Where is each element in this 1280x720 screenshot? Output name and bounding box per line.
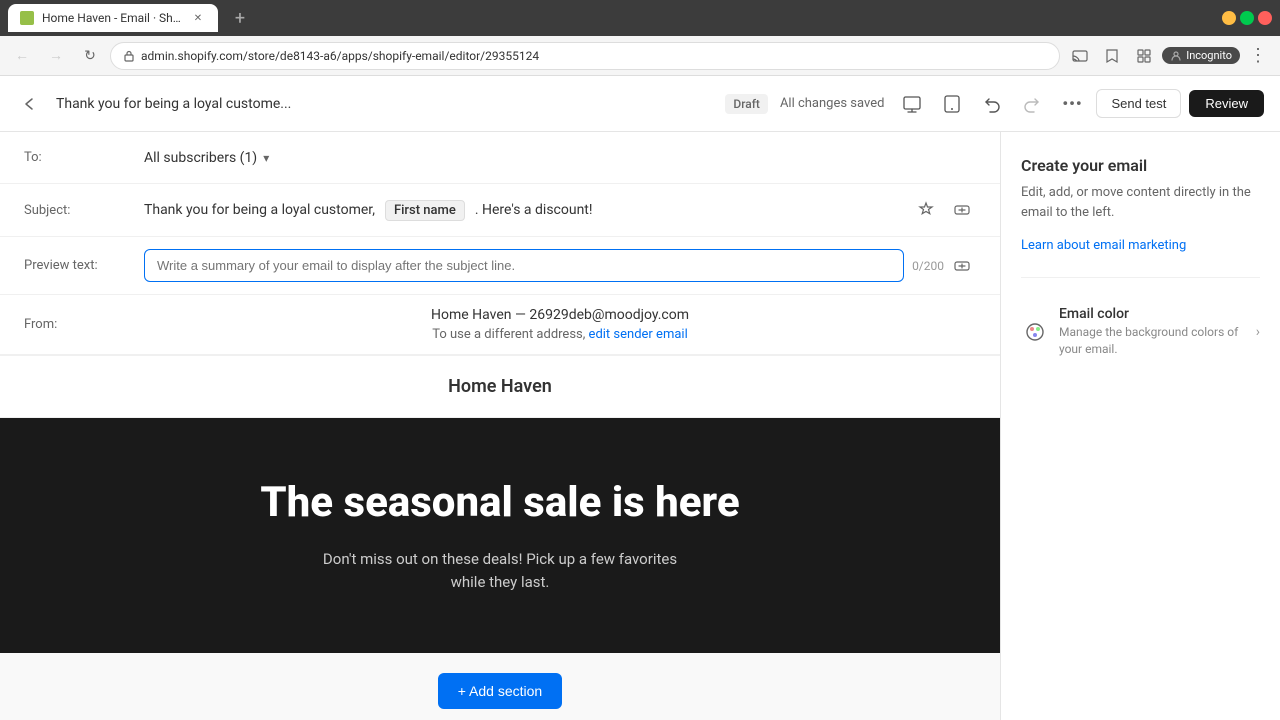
- more-options-button[interactable]: •••: [1056, 88, 1088, 120]
- send-test-button[interactable]: Send test: [1096, 89, 1181, 118]
- subject-magic-icon[interactable]: [912, 196, 940, 224]
- mobile-view-icon[interactable]: [936, 88, 968, 120]
- create-email-desc: Edit, add, or move content directly in t…: [1021, 183, 1260, 222]
- from-name: Home Haven — 26929deb@moodjoy.com: [431, 307, 689, 323]
- bookmark-icon[interactable]: [1098, 42, 1126, 70]
- back-nav-button[interactable]: ←: [8, 42, 36, 70]
- color-palette-icon: [1021, 318, 1049, 346]
- preview-label: Preview text:: [24, 258, 144, 273]
- from-label: From:: [24, 317, 144, 332]
- email-hero-section[interactable]: The seasonal sale is here Don't miss out…: [0, 418, 1000, 653]
- tab-close-icon[interactable]: ✕: [190, 10, 206, 26]
- to-value[interactable]: All subscribers (1) ▾: [144, 150, 976, 166]
- email-title: Thank you for being a loyal custome...: [56, 96, 713, 112]
- hero-title: The seasonal sale is here: [40, 478, 960, 528]
- extensions-icon[interactable]: [1130, 42, 1158, 70]
- hero-subtitle: Don't miss out on these deals! Pick up a…: [40, 548, 960, 593]
- browser-tab[interactable]: Home Haven - Email · Shopify ✕: [8, 4, 218, 32]
- new-tab-button[interactable]: +: [226, 4, 254, 32]
- color-chevron-icon: ›: [1256, 324, 1260, 340]
- forward-nav-button[interactable]: →: [42, 42, 70, 70]
- incognito-label: Incognito: [1186, 49, 1232, 62]
- draft-badge: Draft: [725, 94, 768, 114]
- close-button[interactable]: [1258, 11, 1272, 25]
- address-bar[interactable]: admin.shopify.com/store/de8143-a6/apps/s…: [110, 42, 1060, 70]
- review-button[interactable]: Review: [1189, 90, 1264, 117]
- subject-prefix: Thank you for being a loyal customer,: [144, 202, 375, 218]
- cast-icon[interactable]: [1066, 42, 1094, 70]
- subject-label: Subject:: [24, 203, 144, 218]
- from-field-row: From: Home Haven — 26929deb@moodjoy.com …: [0, 295, 1000, 355]
- tab-title: Home Haven - Email · Shopify: [42, 11, 182, 25]
- add-section-button[interactable]: + Add section: [438, 673, 562, 709]
- to-label: To:: [24, 150, 144, 165]
- refresh-button[interactable]: ↻: [76, 42, 104, 70]
- from-change-text: To use a different address, edit sender …: [432, 327, 688, 342]
- email-brand-name: Home Haven: [0, 356, 1000, 418]
- undo-icon[interactable]: [976, 88, 1008, 120]
- email-color-row[interactable]: Email color Manage the background colors…: [1021, 294, 1260, 370]
- back-button[interactable]: [16, 90, 44, 118]
- incognito-badge: Incognito: [1162, 47, 1240, 64]
- preview-count: 0/200: [912, 259, 944, 273]
- preview-text-input[interactable]: [144, 249, 904, 282]
- learn-marketing-link[interactable]: Learn about email marketing: [1021, 238, 1260, 253]
- preview-field-row: Preview text: 0/200: [0, 237, 1000, 295]
- edit-sender-link[interactable]: edit sender email: [589, 327, 688, 342]
- tab-favicon: [20, 11, 34, 25]
- subject-suffix: . Here's a discount!: [475, 202, 593, 218]
- redo-icon[interactable]: [1016, 88, 1048, 120]
- subject-variable-icon[interactable]: [948, 196, 976, 224]
- saved-status: All changes saved: [780, 96, 885, 111]
- subject-tag[interactable]: First name: [385, 200, 465, 221]
- to-field-row: To: All subscribers (1) ▾: [0, 132, 1000, 184]
- email-color-desc: Manage the background colors of your ema…: [1059, 324, 1256, 358]
- create-email-title: Create your email: [1021, 156, 1260, 175]
- minimize-button[interactable]: [1222, 11, 1236, 25]
- lock-icon: [123, 50, 135, 62]
- url-text: admin.shopify.com/store/de8143-a6/apps/s…: [141, 49, 1047, 63]
- dropdown-icon: ▾: [263, 151, 269, 165]
- desktop-view-icon[interactable]: [896, 88, 928, 120]
- to-subscribers: All subscribers (1): [144, 150, 257, 166]
- menu-icon[interactable]: ⋮: [1244, 42, 1272, 70]
- subject-field-row: Subject: Thank you for being a loyal cus…: [0, 184, 1000, 237]
- right-sidebar: Create your email Edit, add, or move con…: [1000, 132, 1280, 720]
- email-color-title: Email color: [1059, 306, 1256, 322]
- preview-variable-icon[interactable]: [948, 252, 976, 280]
- maximize-button[interactable]: [1240, 11, 1254, 25]
